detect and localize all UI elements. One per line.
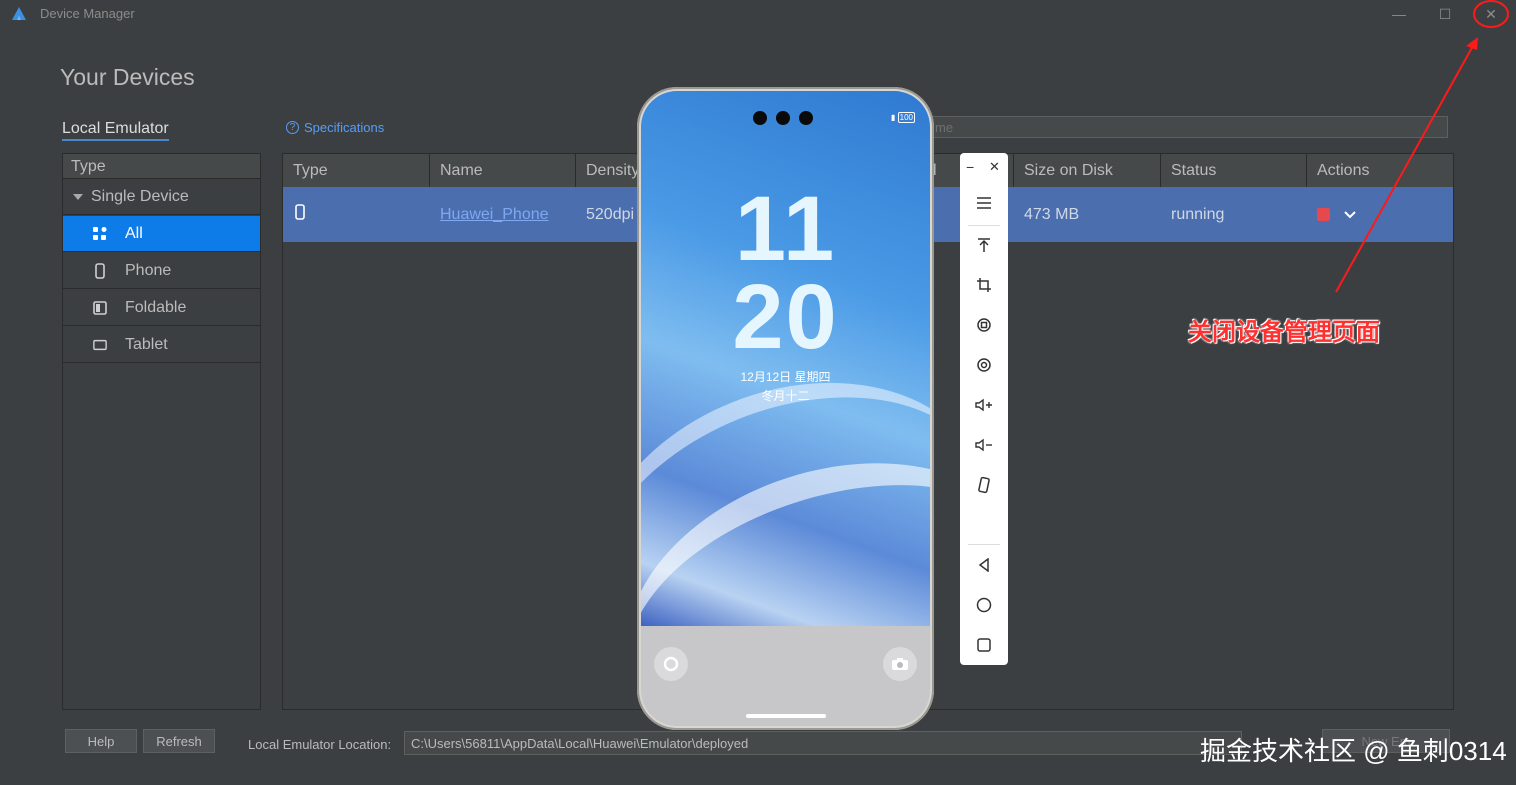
annotation-arrow [1335, 43, 1475, 293]
annotation-overlay [1335, 0, 1509, 293]
watermark: 掘金技术社区 @ 鱼刺0314 [1200, 736, 1507, 766]
annotation-text: 关闭设备管理页面 [1188, 319, 1380, 346]
annotation-arrowhead [1466, 37, 1478, 50]
close-highlight-circle [1473, 0, 1509, 28]
